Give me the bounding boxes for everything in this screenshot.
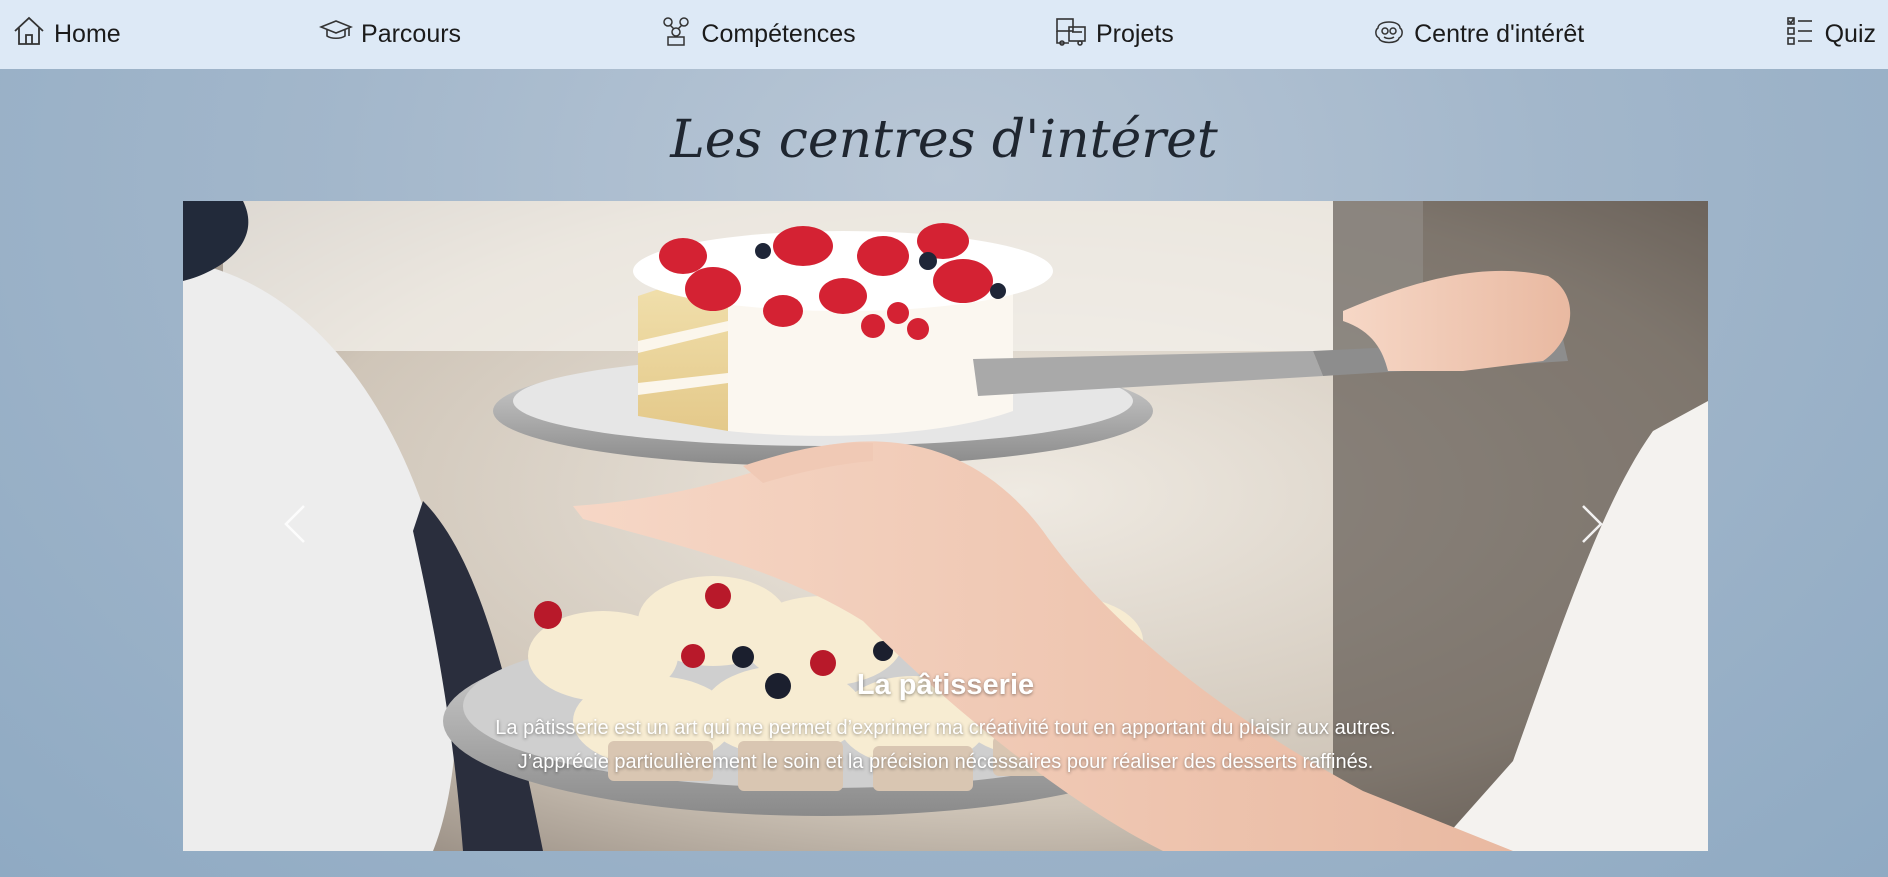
top-navbar: Home Parcours Compétences Projets Centre… bbox=[0, 0, 1888, 69]
checklist-icon bbox=[1783, 14, 1817, 55]
carousel-next-button[interactable] bbox=[1562, 491, 1622, 561]
nav-home[interactable]: Home bbox=[12, 14, 121, 55]
nav-quiz[interactable]: Quiz bbox=[1783, 14, 1876, 55]
nav-home-label: Home bbox=[54, 20, 121, 48]
nav-centre-interet-label: Centre d'intérêt bbox=[1414, 20, 1585, 48]
chevron-left-icon bbox=[282, 503, 308, 550]
interests-icon bbox=[1372, 14, 1406, 55]
chevron-right-icon bbox=[1579, 503, 1605, 550]
nav-quiz-label: Quiz bbox=[1824, 20, 1876, 48]
graduation-cap-icon bbox=[318, 14, 354, 55]
page-title: Les centres d'intéret bbox=[670, 110, 1218, 170]
slide-caption-text-line2: J’apprécie particulièrement le soin et l… bbox=[517, 751, 1374, 773]
slide-caption-text-line1: La pâtisserie est un art qui me permet d… bbox=[495, 717, 1396, 739]
nav-centre-interet[interactable]: Centre d'intérêt bbox=[1372, 14, 1584, 55]
slide-caption-title: La pâtisserie bbox=[856, 669, 1035, 701]
projects-icon bbox=[1054, 14, 1088, 55]
carousel-prev-button[interactable] bbox=[265, 491, 325, 561]
nav-competences[interactable]: Compétences bbox=[659, 14, 856, 55]
nav-parcours-label: Parcours bbox=[361, 20, 462, 48]
nav-projets[interactable]: Projets bbox=[1054, 14, 1174, 55]
nav-competences-label: Compétences bbox=[701, 20, 856, 48]
skills-icon bbox=[659, 14, 693, 55]
home-icon bbox=[12, 14, 46, 55]
nav-parcours[interactable]: Parcours bbox=[318, 14, 462, 55]
nav-projets-label: Projets bbox=[1095, 20, 1174, 48]
interests-carousel: La pâtisserie La pâtisserie est un art q… bbox=[183, 201, 1708, 851]
